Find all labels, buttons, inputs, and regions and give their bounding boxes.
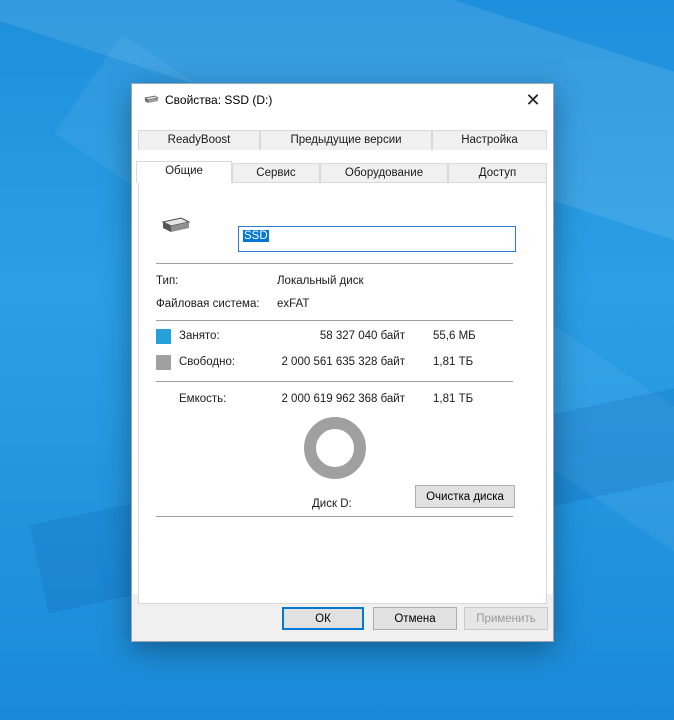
tab-tools[interactable]: Сервис [232, 163, 320, 183]
filesystem-value: exFAT [277, 298, 310, 310]
apply-label: Применить [476, 612, 536, 625]
tab-label: Общие [165, 165, 203, 177]
drive-icon [144, 95, 159, 103]
tab-label: Настройка [461, 134, 518, 146]
properties-dialog: Свойства: SSD (D:) ✕ ReadyBoost Предыдущ… [131, 83, 554, 642]
type-value: Локальный диск [277, 275, 364, 287]
capacity-label: Емкость: [179, 393, 227, 405]
tab-hardware[interactable]: Оборудование [320, 163, 448, 183]
tab-label: Сервис [256, 167, 296, 179]
apply-button[interactable]: Применить [464, 607, 548, 630]
general-tab-panel: SSD Тип: Локальный диск Файловая система… [138, 182, 547, 604]
content-area: ReadyBoost Предыдущие версии Настройка О… [132, 116, 553, 604]
type-label: Тип: [156, 275, 179, 287]
free-bytes: 2 000 561 635 328 байт [281, 356, 405, 368]
disk-label: Диск D: [312, 498, 352, 510]
close-icon: ✕ [525, 89, 541, 110]
drive-icon [161, 217, 191, 232]
drive-name-text: SSD [243, 230, 269, 242]
tab-label: ReadyBoost [167, 134, 231, 146]
tab-previous-versions[interactable]: Предыдущие версии [260, 130, 432, 150]
divider [156, 516, 513, 517]
disk-cleanup-button[interactable]: Очистка диска [415, 485, 515, 508]
capacity-size: 1,81 ТБ [433, 393, 474, 405]
free-space-ring [304, 417, 366, 479]
ok-label: ОК [315, 612, 331, 625]
used-color-swatch [156, 329, 171, 344]
window-title: Свойства: SSD (D:) [165, 93, 273, 107]
cancel-label: Отмена [394, 612, 436, 625]
title-bar[interactable]: Свойства: SSD (D:) ✕ [132, 84, 553, 116]
close-button[interactable]: ✕ [513, 84, 553, 116]
used-size: 55,6 МБ [433, 330, 476, 342]
tab-label: Предыдущие версии [290, 134, 402, 146]
disk-usage-chart [304, 417, 366, 479]
divider [156, 320, 513, 321]
tab-general[interactable]: Общие [136, 161, 232, 183]
tab-readyboost[interactable]: ReadyBoost [138, 130, 260, 150]
capacity-bytes: 2 000 619 962 368 байт [281, 393, 405, 405]
divider [156, 381, 513, 382]
used-bytes: 58 327 040 байт [319, 330, 405, 342]
filesystem-label: Файловая система: [156, 298, 260, 310]
tab-sharing[interactable]: Доступ [448, 163, 547, 183]
ok-button[interactable]: ОК [282, 607, 364, 630]
disk-cleanup-label: Очистка диска [426, 490, 504, 503]
free-size: 1,81 ТБ [433, 356, 474, 368]
drive-name-input[interactable]: SSD [238, 226, 516, 252]
tab-label: Доступ [478, 167, 517, 179]
divider [156, 263, 513, 264]
free-color-swatch [156, 355, 171, 370]
tab-customize[interactable]: Настройка [432, 130, 547, 150]
free-label: Свободно: [179, 356, 236, 368]
cancel-button[interactable]: Отмена [373, 607, 457, 630]
tab-label: Оборудование [344, 167, 424, 179]
used-label: Занято: [179, 330, 220, 342]
